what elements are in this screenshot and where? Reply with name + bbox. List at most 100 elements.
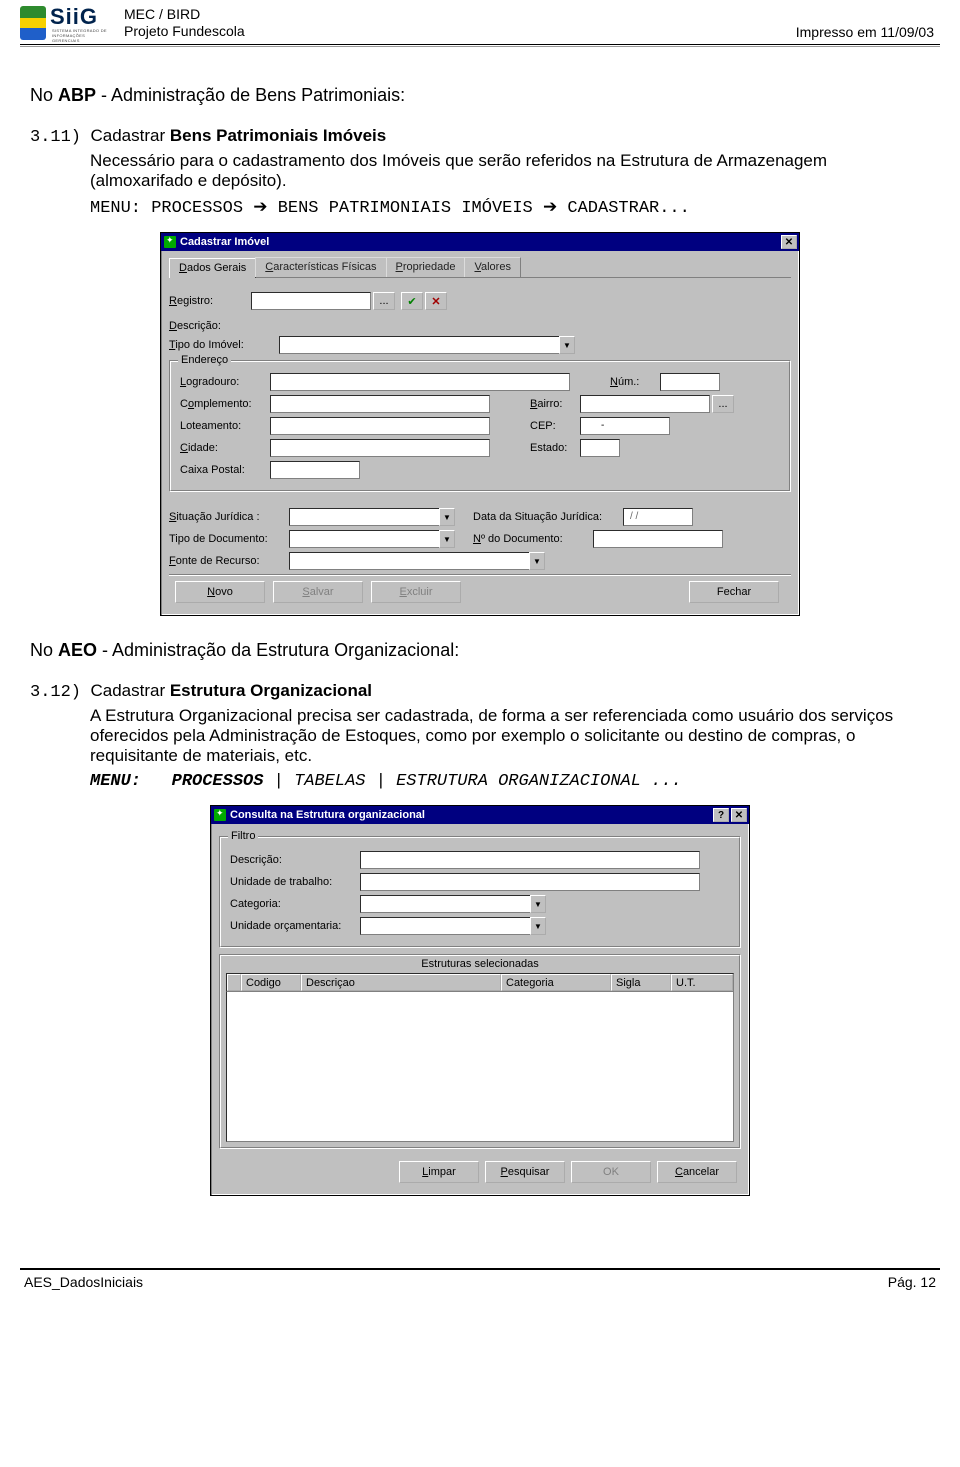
cidade-label: Cidade: bbox=[180, 442, 270, 454]
row-descricao: Descrição: bbox=[169, 320, 791, 332]
situacao-combo[interactable]: ▼ bbox=[289, 508, 455, 526]
registro-input[interactable] bbox=[251, 292, 371, 310]
data-situacao-input[interactable]: / / bbox=[623, 508, 693, 526]
limpar-button[interactable]: Limpar bbox=[399, 1161, 479, 1183]
logo: SiiG SISTEMA INTEGRADO DE INFORMAÇÕES GE… bbox=[20, 6, 110, 42]
tipo-doc-input[interactable] bbox=[289, 530, 439, 548]
cidade-input[interactable] bbox=[270, 439, 490, 457]
tipo-imovel-combo[interactable]: ▼ bbox=[279, 336, 575, 354]
header-rule bbox=[20, 44, 940, 47]
bairro-input[interactable] bbox=[580, 395, 710, 413]
fechar-button[interactable]: Fechar bbox=[689, 581, 779, 603]
item-3-12-obj: Estrutura Organizacional bbox=[170, 681, 372, 700]
situacao-label: Situação Jurídica : bbox=[169, 511, 289, 523]
col-descricao[interactable]: Descriçao bbox=[301, 974, 501, 991]
group-estruturas: Estruturas selecionadas Codigo Descriçao… bbox=[219, 954, 741, 1149]
excluir-button[interactable]: Excluir bbox=[371, 581, 461, 603]
salvar-button[interactable]: Salvar bbox=[273, 581, 363, 603]
cep-input[interactable]: - bbox=[580, 417, 670, 435]
d2-orcamentaria-dropdown-icon[interactable]: ▼ bbox=[530, 917, 546, 935]
menu2-s1: | bbox=[376, 772, 396, 791]
row-situacao: Situação Jurídica : ▼ Data da Situação J… bbox=[169, 508, 791, 526]
situacao-input[interactable] bbox=[289, 508, 439, 526]
menu1-p2: CADASTRAR... bbox=[567, 199, 689, 218]
d2-categoria-combo[interactable]: ▼ bbox=[360, 895, 546, 913]
item-3-12-body: A Estrutura Organizacional precisa ser c… bbox=[90, 706, 930, 766]
tab-caracteristicas-fisicas[interactable]: Características Físicas bbox=[255, 257, 386, 277]
menu1-a1: ➔ bbox=[543, 197, 557, 216]
caixa-postal-input[interactable] bbox=[270, 461, 360, 479]
num-input[interactable] bbox=[660, 373, 720, 391]
fonte-input[interactable] bbox=[289, 552, 529, 570]
section2-abbr: AEO bbox=[58, 640, 97, 660]
situacao-dropdown-icon[interactable]: ▼ bbox=[439, 508, 455, 526]
col-ut[interactable]: U.T. bbox=[671, 974, 733, 991]
tab-valores[interactable]: Valores bbox=[464, 257, 521, 277]
tipo-doc-combo[interactable]: ▼ bbox=[289, 530, 455, 548]
pesquisar-button[interactable]: Pesquisar bbox=[485, 1161, 565, 1183]
dialog2-title: Consulta na Estrutura organizacional bbox=[230, 809, 425, 821]
d2-categoria-input[interactable] bbox=[360, 895, 530, 913]
d2-descricao-label: Descrição: bbox=[230, 854, 360, 866]
group-filtro: Filtro Descrição: Unidade de trabalho: C… bbox=[219, 836, 741, 948]
col-sigla[interactable]: Sigla bbox=[611, 974, 671, 991]
menu2-p0: PROCESSOS bbox=[172, 772, 264, 791]
registro-confirm-button[interactable]: ✔ bbox=[401, 292, 423, 310]
grid-selector-col[interactable] bbox=[227, 974, 241, 991]
group-endereco-title: Endereço bbox=[178, 354, 231, 366]
page-footer: AES_DadosIniciais Pág. 12 bbox=[0, 1270, 960, 1300]
col-codigo[interactable]: Codigo bbox=[241, 974, 301, 991]
descricao-label: Descrição: bbox=[169, 320, 221, 332]
complemento-input[interactable] bbox=[270, 395, 490, 413]
d2-orcamentaria-combo[interactable]: ▼ bbox=[360, 917, 546, 935]
tipo-doc-dropdown-icon[interactable]: ▼ bbox=[439, 530, 455, 548]
d2-descricao-input[interactable] bbox=[360, 851, 700, 869]
section2-rest: - Administração da Estrutura Organizacio… bbox=[97, 640, 459, 660]
item-3-11-cmd: Cadastrar bbox=[90, 126, 169, 145]
dialog2-help-button[interactable]: ? bbox=[713, 808, 729, 822]
d2-orcamentaria-label: Unidade orçamentaria: bbox=[230, 920, 360, 932]
item-3-11-menu: MENU: PROCESSOS ➔ BENS PATRIMONIAIS IMÓV… bbox=[90, 197, 930, 218]
row-fonte: Fonte de Recurso: ▼ bbox=[169, 552, 791, 570]
tipo-imovel-dropdown-icon[interactable]: ▼ bbox=[559, 336, 575, 354]
tipo-imovel-input[interactable] bbox=[279, 336, 559, 354]
dialog2-app-icon bbox=[214, 809, 226, 821]
row-logradouro: Logradouro: Núm.: bbox=[180, 373, 780, 391]
logradouro-input[interactable] bbox=[270, 373, 570, 391]
d2-unidade-input[interactable] bbox=[360, 873, 700, 891]
d2-orcamentaria-input[interactable] bbox=[360, 917, 530, 935]
item-3-11-num: 3.11) bbox=[30, 128, 81, 147]
col-categoria[interactable]: Categoria bbox=[501, 974, 611, 991]
d2-categoria-dropdown-icon[interactable]: ▼ bbox=[530, 895, 546, 913]
cancelar-button[interactable]: Cancelar bbox=[657, 1161, 737, 1183]
dialog2-body: Filtro Descrição: Unidade de trabalho: C… bbox=[211, 824, 749, 1195]
item-3-12-menu: MENU: PROCESSOS | TABELAS | ESTRUTURA OR… bbox=[90, 772, 930, 791]
dialog1-close-button[interactable]: ✕ bbox=[781, 235, 797, 249]
registro-cancel-button[interactable]: ✕ bbox=[425, 292, 447, 310]
menu2-s0: | bbox=[274, 772, 294, 791]
tab-dados-gerais[interactable]: Dados Gerais bbox=[169, 258, 256, 278]
d2-unidade-label: Unidade de trabalho: bbox=[230, 876, 360, 888]
section1-abbr: ABP bbox=[58, 85, 96, 105]
fonte-combo[interactable]: ▼ bbox=[289, 552, 545, 570]
tab-propriedade[interactable]: Propriedade bbox=[386, 257, 466, 277]
novo-button[interactable]: Novo bbox=[175, 581, 265, 603]
dialog2-titlebar: Consulta na Estrutura organizacional ? ✕ bbox=[211, 806, 749, 824]
menu2-p2: ESTRUTURA ORGANIZACIONAL ... bbox=[396, 772, 682, 791]
menu-label-1: MENU: bbox=[90, 199, 141, 218]
row-caixa-postal: Caixa Postal: bbox=[180, 461, 780, 479]
row-d2-unidade: Unidade de trabalho: bbox=[230, 873, 730, 891]
row-d2-orcamentaria: Unidade orçamentaria: ▼ bbox=[230, 917, 730, 935]
grid-body[interactable] bbox=[226, 992, 734, 1142]
bairro-lookup-button[interactable]: ... bbox=[712, 395, 734, 413]
num-doc-input[interactable] bbox=[593, 530, 723, 548]
row-tipo-imovel: Tipo do Imóvel: ▼ bbox=[169, 336, 791, 354]
registro-lookup-button[interactable]: ... bbox=[373, 292, 395, 310]
dialog2-button-row: Limpar Pesquisar OK Cancelar bbox=[219, 1155, 741, 1189]
footer-left: AES_DadosIniciais bbox=[24, 1274, 143, 1290]
estado-input[interactable] bbox=[580, 439, 620, 457]
dialog2-close-button[interactable]: ✕ bbox=[731, 808, 747, 822]
loteamento-input[interactable] bbox=[270, 417, 490, 435]
ok-button[interactable]: OK bbox=[571, 1161, 651, 1183]
fonte-dropdown-icon[interactable]: ▼ bbox=[529, 552, 545, 570]
